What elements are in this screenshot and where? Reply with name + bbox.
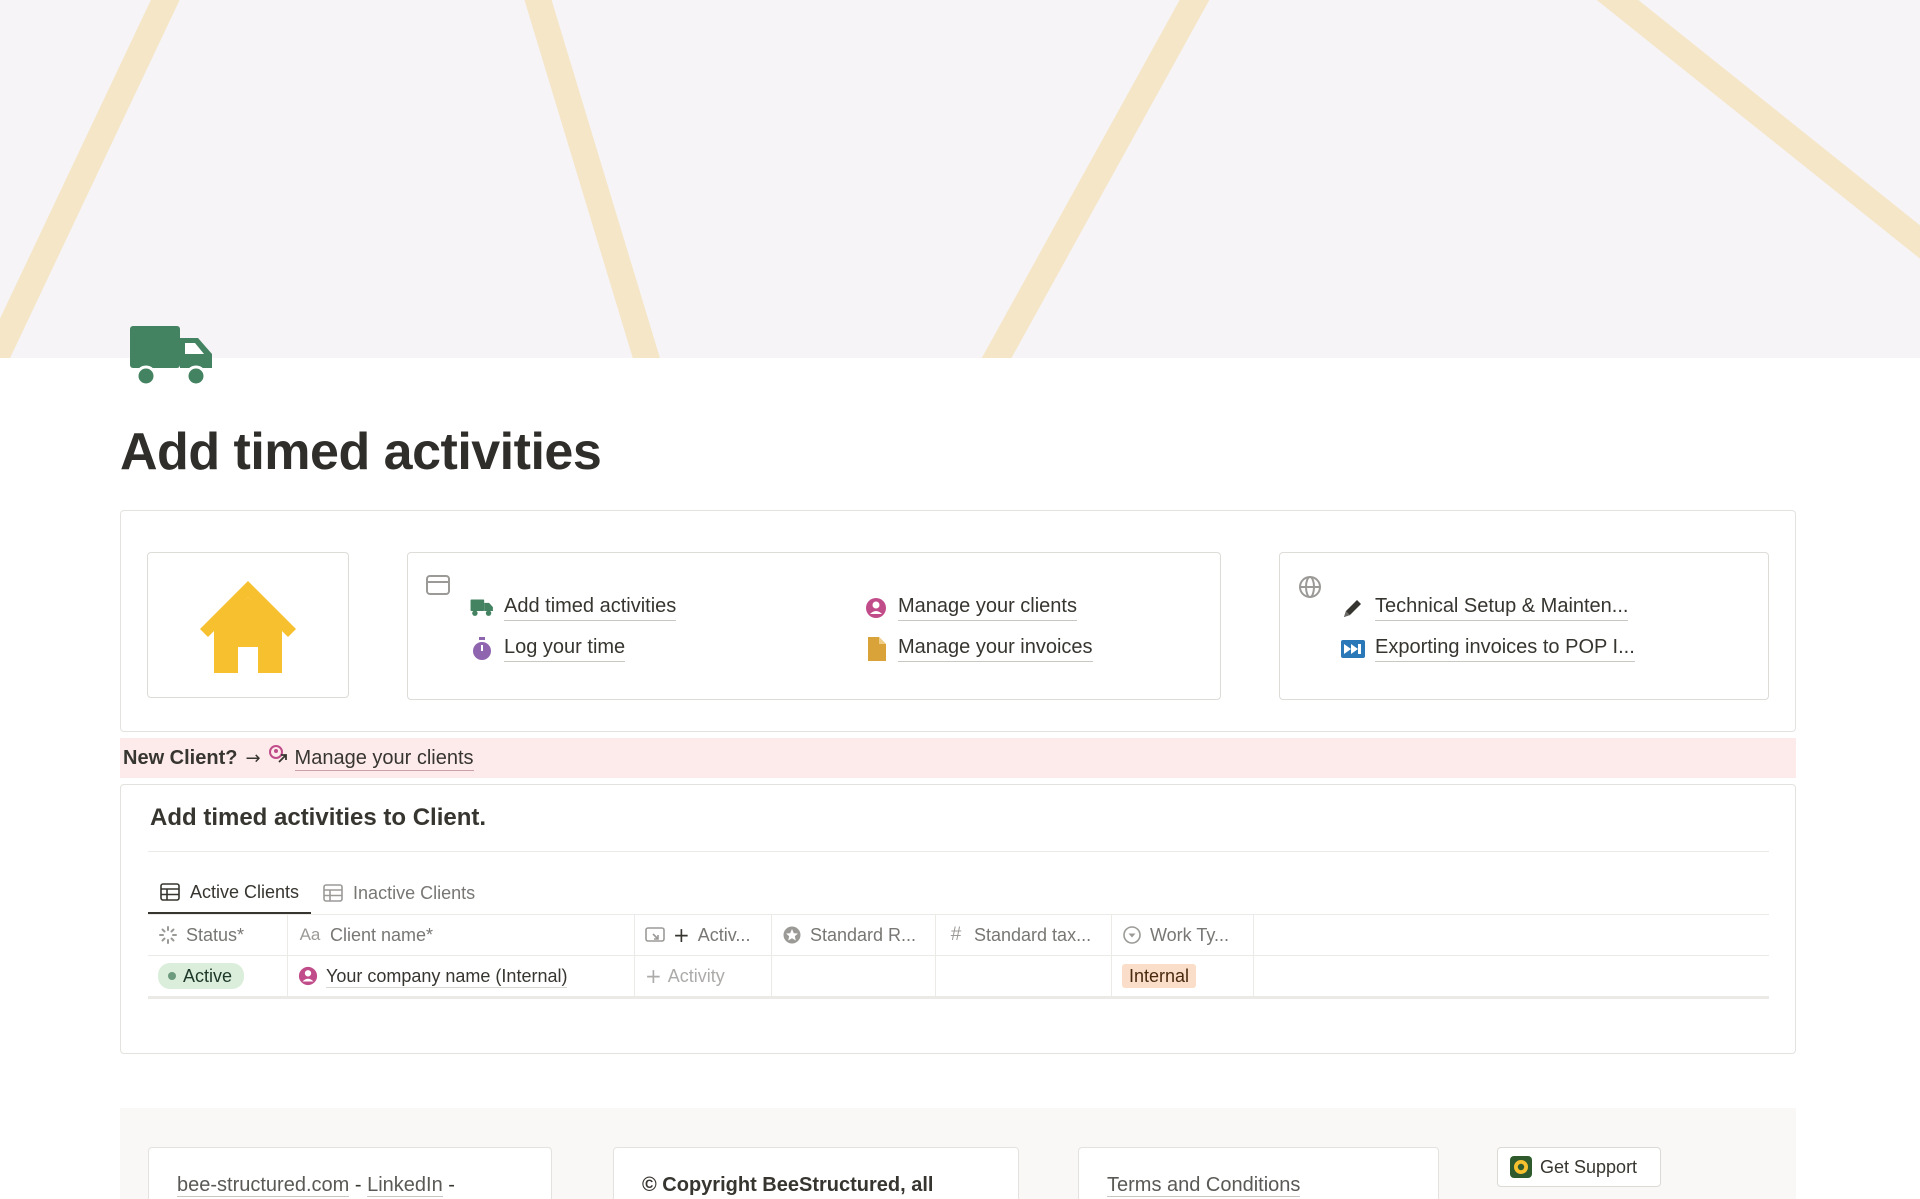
get-support-button[interactable]: Get Support: [1497, 1147, 1661, 1187]
page-title: Add timed activities: [120, 423, 602, 481]
tab-active-clients[interactable]: Active Clients: [148, 872, 312, 914]
link-add-timed-activities[interactable]: Add timed activities: [470, 594, 677, 621]
column-header-status[interactable]: Status*: [148, 915, 288, 955]
text-aa-icon: Aa: [299, 925, 321, 944]
user-circle-icon: [864, 596, 888, 620]
fast-forward-icon: [1341, 637, 1365, 661]
user-link-icon: [267, 744, 289, 772]
database-title: Add timed activities to Client.: [150, 804, 487, 831]
plus-icon: +: [673, 923, 690, 947]
user-circle-icon: [298, 966, 318, 986]
table-icon: [160, 883, 180, 901]
copyright-text: © Copyright BeeStructured, all: [642, 1174, 934, 1196]
site-link[interactable]: bee-structured.com: [177, 1174, 350, 1197]
status-icon: [158, 925, 178, 945]
table-bottom-border: [148, 997, 1769, 999]
status-cell[interactable]: Active: [148, 956, 288, 996]
cover-image: [0, 0, 1920, 358]
work-type-cell[interactable]: Internal: [1112, 956, 1254, 996]
rollup-icon: [782, 925, 802, 945]
relation-icon: [645, 925, 665, 945]
plus-icon: +: [645, 964, 662, 988]
column-header-client-name[interactable]: Aa Client name*: [288, 915, 635, 955]
new-client-callout: New Client? → Manage your clients: [120, 738, 1796, 778]
pencil-icon: [1341, 596, 1365, 620]
select-icon: [1122, 925, 1142, 945]
link-exporting-invoices[interactable]: Exporting invoices to POP I...: [1341, 635, 1635, 662]
arrow-right-icon: →: [245, 747, 261, 769]
view-tabs: Active Clients Inactive Clients: [148, 872, 487, 914]
divider: [148, 851, 1769, 852]
standard-rate-cell[interactable]: [772, 956, 936, 996]
client-name-cell[interactable]: Your company name (Internal): [288, 956, 635, 996]
internal-links-card: [407, 552, 1221, 700]
truck-icon: [128, 322, 216, 392]
clients-table: Status* Aa Client name* + Activ... Stand…: [148, 914, 1769, 997]
column-header-work-type[interactable]: Work Ty...: [1112, 915, 1254, 955]
status-dot-icon: [168, 972, 176, 980]
link-log-your-time[interactable]: Log your time: [470, 635, 626, 662]
link-manage-your-clients[interactable]: Manage your clients: [864, 594, 1077, 621]
linkedin-link[interactable]: LinkedIn: [367, 1174, 443, 1197]
terms-link[interactable]: Terms and Conditions: [1107, 1174, 1301, 1197]
truck-icon: [470, 596, 494, 620]
house-icon: [200, 581, 296, 673]
footer-links-card: bee-structured.com - LinkedIn -: [148, 1147, 552, 1199]
column-header-standard-rate[interactable]: Standard R...: [772, 915, 936, 955]
link-manage-your-invoices[interactable]: Manage your invoices: [864, 635, 1093, 662]
add-activity-button[interactable]: + Activity: [645, 964, 725, 988]
table-header-row: Status* Aa Client name* + Activ... Stand…: [148, 915, 1769, 956]
tab-inactive-clients[interactable]: Inactive Clients: [311, 872, 487, 914]
link-technical-setup[interactable]: Technical Setup & Mainten...: [1341, 594, 1629, 621]
hash-icon: #: [950, 924, 962, 945]
work-type-tag: Internal: [1122, 964, 1197, 988]
standard-tax-cell[interactable]: [936, 956, 1112, 996]
callout-link-manage-clients[interactable]: Manage your clients: [267, 744, 474, 772]
stopwatch-icon: [470, 636, 494, 661]
column-header-standard-tax[interactable]: # Standard tax...: [936, 915, 1112, 955]
browser-window-icon: [426, 575, 450, 595]
globe-icon: [1298, 575, 1322, 598]
home-button[interactable]: [147, 552, 349, 698]
activities-cell[interactable]: + Activity: [635, 956, 772, 996]
support-lifebuoy-icon: [1510, 1156, 1532, 1178]
table-icon: [323, 884, 343, 902]
footer-terms-card: Terms and Conditions: [1078, 1147, 1439, 1199]
document-icon: [864, 636, 888, 661]
table-row[interactable]: Active Your company name (Internal) + Ac…: [148, 956, 1769, 997]
external-links-card: [1279, 552, 1769, 700]
column-header-activities[interactable]: + Activ...: [635, 915, 772, 955]
status-badge: Active: [158, 963, 245, 989]
footer-copyright-card: © Copyright BeeStructured, all: [613, 1147, 1019, 1199]
